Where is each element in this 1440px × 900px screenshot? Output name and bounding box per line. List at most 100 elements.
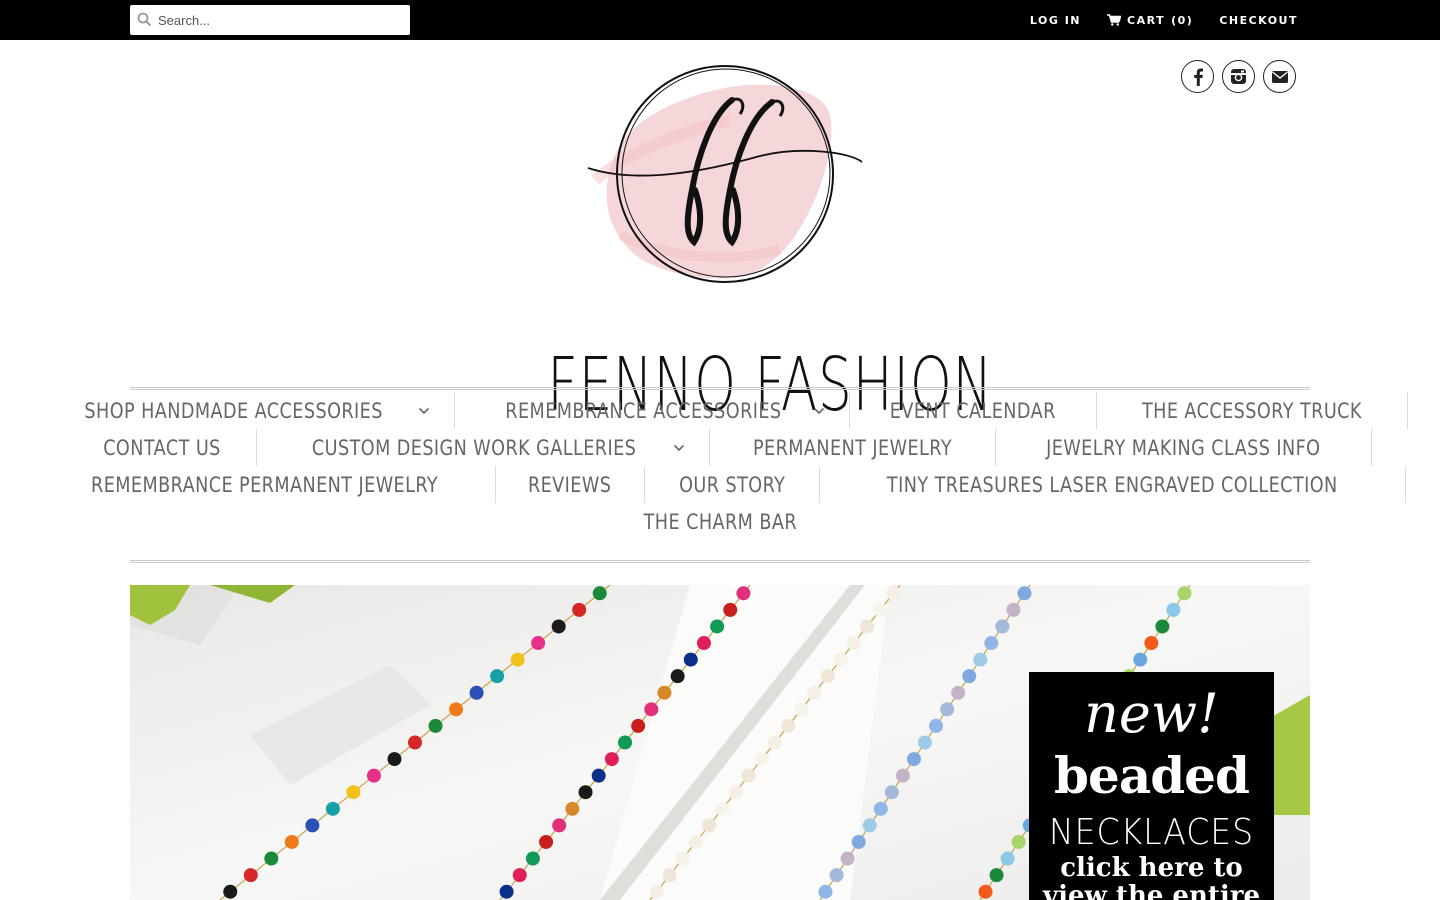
social-links [1181,60,1296,93]
facebook-button[interactable] [1181,60,1214,93]
nav-jewelry-making-class-info[interactable]: JEWELRY MAKING CLASS INFO [996,429,1372,466]
chevron-down-icon [814,407,825,414]
bead [346,785,361,800]
bead [702,818,717,833]
nav-remembrance-accessories[interactable]: REMEMBRANCE ACCESSORIES [455,392,851,429]
bead [846,636,861,651]
bead [428,718,443,733]
bead [906,752,921,767]
bead [631,718,646,733]
bead [366,768,381,783]
bead [578,785,593,800]
bead [469,685,484,700]
email-icon [1271,70,1288,83]
bead [696,636,711,651]
bead [741,768,756,783]
bead [539,834,554,849]
account-links: LOG IN CART (0) CHECKOUT [1030,0,1298,40]
bead [408,735,422,750]
promo-cta-line-2: view the entire [1042,881,1261,900]
email-button[interactable] [1263,60,1296,93]
bead [243,868,258,883]
bead [525,851,540,866]
cart-icon [1107,14,1122,26]
nav-tiny-treasures-laser-engraved-collection[interactable]: TINY TREASURES LASER ENGRAVED COLLECTION [820,466,1406,503]
promo-cta-text: click here to view the entire [1029,854,1274,900]
nav-label: REMEMBRANCE PERMANENT JEWELRY [91,472,439,497]
nav-label: REMEMBRANCE ACCESSORIES [504,398,782,423]
nav-row-4: THE CHARM BAR [130,503,1310,540]
nav-label: CUSTOM DESIGN WORK GALLERIES [312,435,637,460]
nav-label: SHOP HANDMADE ACCESSORIES [84,398,384,423]
bead [873,801,888,816]
hero-banner[interactable]: new! beaded NECKLACES click here to view… [130,585,1310,900]
nav-divider-top [130,387,1310,390]
bead [1000,851,1015,866]
nav-row-3: REMEMBRANCE PERMANENT JEWELRY REVIEWS OU… [91,466,1406,503]
bead [951,685,966,700]
bead [1166,602,1181,617]
bead [973,652,988,667]
nav-label: THE ACCESSORY TRUCK [1141,398,1362,423]
nav-remembrance-permanent-jewelry[interactable]: REMEMBRANCE PERMANENT JEWELRY [34,466,497,503]
nav-contact-us[interactable]: CONTACT US [68,429,258,466]
bead [387,752,402,767]
bead [1155,619,1170,634]
login-link[interactable]: LOG IN [1030,14,1081,27]
cart-link[interactable]: CART (0) [1107,14,1193,27]
bead [223,884,238,899]
nav-custom-design-work-galleries[interactable]: CUSTOM DESIGN WORK GALLERIES [257,429,711,466]
bead [490,669,505,684]
bead [325,801,340,816]
bead [851,834,866,849]
bead [840,851,855,866]
bead [781,718,796,733]
bead [820,669,835,684]
nav-our-story[interactable]: OUR STORY [645,466,821,503]
bead [618,735,632,750]
checkout-label: CHECKOUT [1219,13,1298,27]
nav-label: TINY TREASURES LASER ENGRAVED COLLECTION [887,472,1338,497]
bead [649,884,664,899]
nav-the-accessory-truck[interactable]: THE ACCESSORY TRUCK [1097,392,1408,429]
nav-divider-bottom [130,560,1310,563]
bead [510,652,525,667]
bead [710,619,725,634]
bead [873,602,888,617]
bead [644,702,659,717]
facebook-icon [1193,68,1203,86]
bead [512,868,527,883]
main-nav: SHOP HANDMADE ACCESSORIES REMEMBRANCE AC… [85,392,1408,540]
logo-emblem [587,65,863,283]
checkout-link[interactable]: CHECKOUT [1219,14,1298,27]
bead [683,652,698,667]
bead [531,636,546,651]
bead [604,752,619,767]
bead [918,735,932,750]
nav-permanent-jewelry[interactable]: PERMANENT JEWELRY [710,429,997,466]
search-input[interactable] [158,5,406,35]
bead [818,884,833,899]
bead [551,619,566,634]
nav-the-charm-bar[interactable]: THE CHARM BAR [605,503,836,540]
bead [1006,602,1021,617]
bead [715,801,730,816]
bead [1011,834,1026,849]
bead [886,586,901,601]
nav-label: JEWELRY MAKING CLASS INFO [1046,435,1321,460]
search-box[interactable] [130,5,410,35]
bead [1144,636,1159,651]
promo-panel[interactable]: new! beaded NECKLACES click here to view… [1029,672,1274,900]
nav-shop-handmade-accessories[interactable]: SHOP HANDMADE ACCESSORIES [32,392,455,429]
bead [305,818,320,833]
bead [989,868,1004,883]
nav-reviews[interactable]: REVIEWS [496,466,645,503]
bead [768,735,782,750]
site-logo[interactable]: FENNO FASHION [480,60,992,428]
nav-row-1: SHOP HANDMADE ACCESSORIES REMEMBRANCE AC… [85,392,1408,429]
promo-necklaces-text: NECKLACES [1048,812,1255,853]
bead [284,834,299,849]
instagram-button[interactable] [1222,60,1255,93]
nav-label: PERMANENT JEWELRY [753,435,953,460]
nav-event-calendar[interactable]: EVENT CALENDAR [850,392,1097,429]
